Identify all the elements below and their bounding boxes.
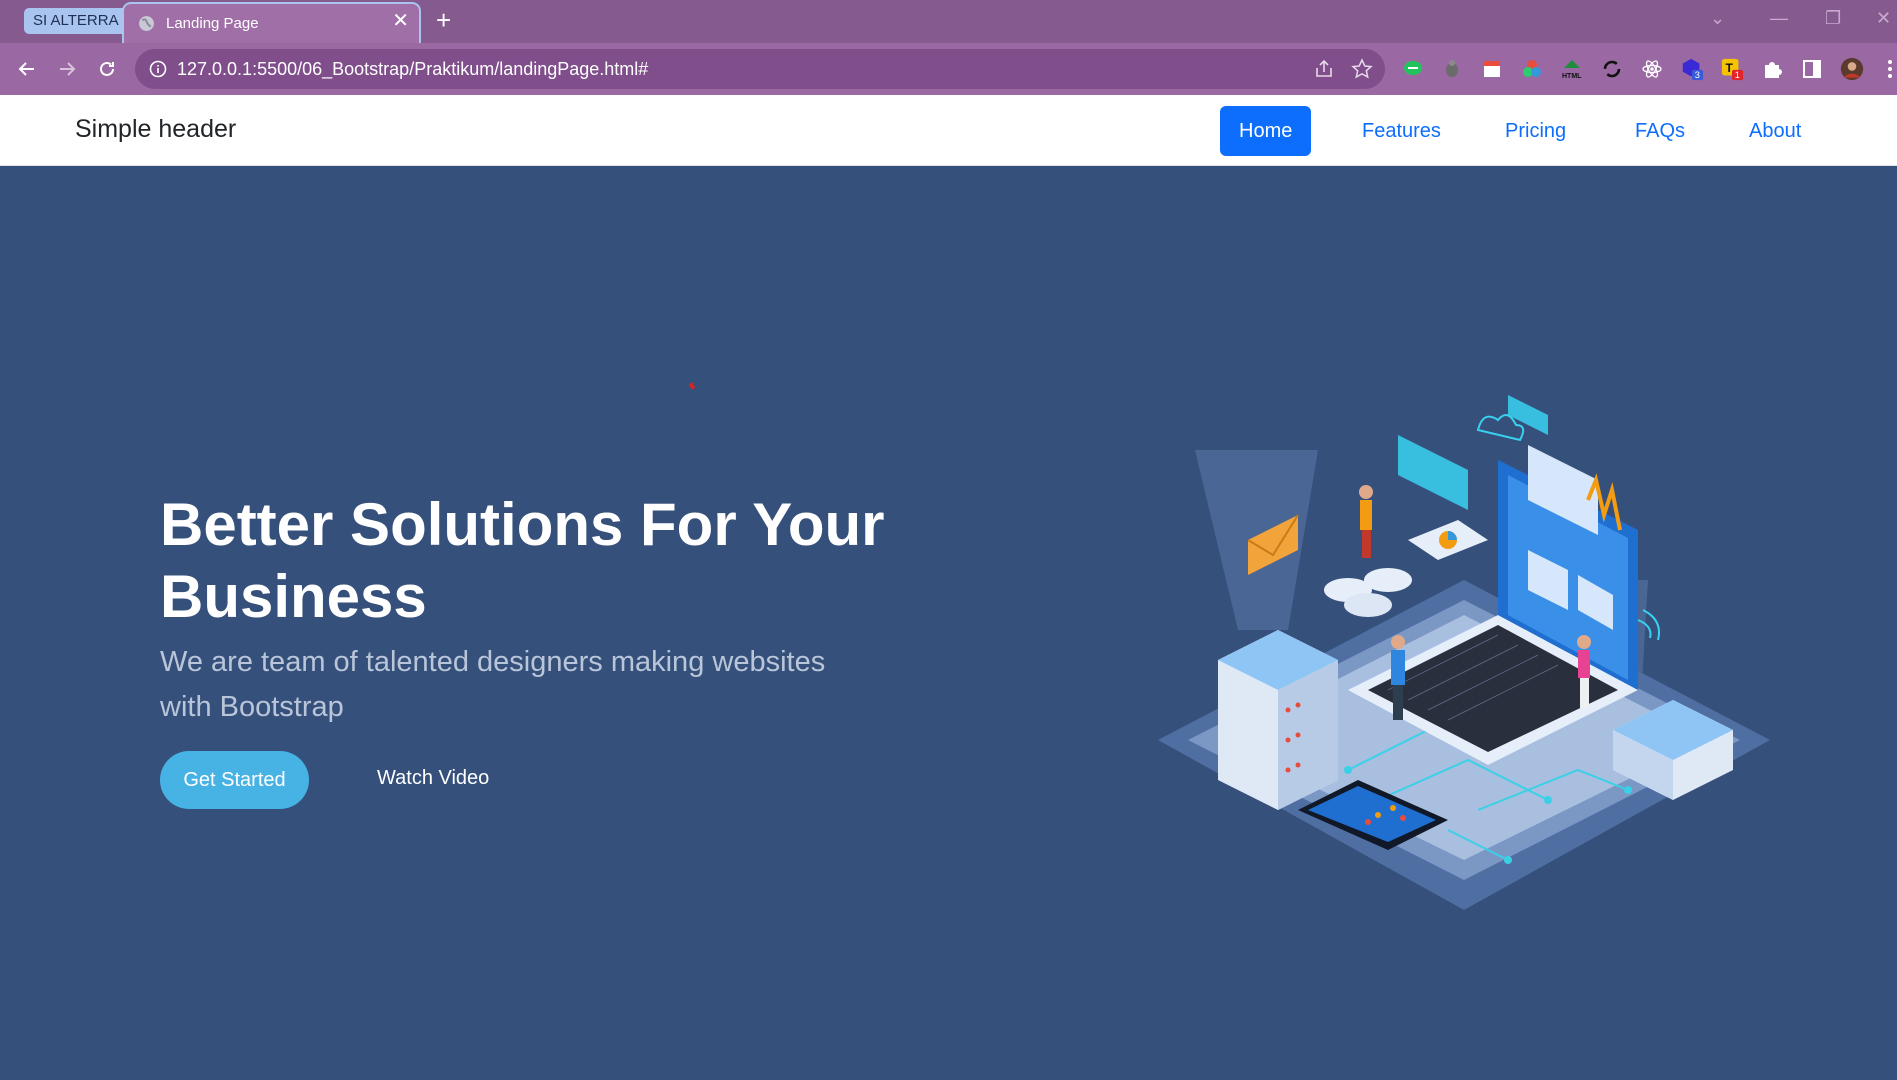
bookmark-star-icon[interactable] <box>1351 58 1373 80</box>
hero-illustration <box>1158 395 1770 910</box>
minimize-icon[interactable]: — <box>1770 8 1788 29</box>
get-started-button[interactable]: Get Started <box>160 751 309 809</box>
back-icon[interactable] <box>10 52 44 86</box>
mouse-cursor <box>688 382 696 390</box>
react-extension-icon[interactable] <box>1640 57 1664 81</box>
hero-subtitle: We are team of talented designers making… <box>160 646 826 723</box>
translate-badge: 1 <box>1735 70 1740 80</box>
nav-link-pricing[interactable]: Pricing <box>1486 106 1585 156</box>
share-icon[interactable] <box>1313 58 1335 80</box>
chat-extension-icon[interactable] <box>1401 57 1425 81</box>
nav-link-features[interactable]: Features <box>1343 106 1460 156</box>
side-panel-icon[interactable] <box>1800 57 1824 81</box>
chevron-down-icon[interactable]: ⌄ <box>1710 8 1725 29</box>
cube-extension-icon[interactable]: 3 <box>1680 57 1704 81</box>
person-figure-1 <box>1359 485 1373 558</box>
translate-extension-icon[interactable]: T1 <box>1720 57 1744 81</box>
watch-video-button[interactable]: Watch Video <box>377 767 489 790</box>
forward-icon[interactable] <box>50 52 84 86</box>
calendar-extension-icon[interactable] <box>1480 57 1504 81</box>
restore-icon[interactable]: ❐ <box>1825 8 1841 29</box>
puzzle-extensions-icon[interactable] <box>1760 57 1784 81</box>
svg-text:HTML: HTML <box>1562 73 1582 80</box>
close-tab-icon[interactable]: ✕ <box>392 11 409 31</box>
cube-badge: 3 <box>1695 70 1700 80</box>
close-window-icon[interactable]: ✕ <box>1876 8 1891 29</box>
browser-tab[interactable]: Landing Page ✕ <box>122 2 421 43</box>
menu-more-icon[interactable] <box>1878 57 1897 81</box>
hero-title: Better Solutions For Your Business <box>160 491 885 630</box>
brand-logo-text[interactable]: Simple header <box>75 115 236 144</box>
url-text[interactable]: 127.0.0.1:5500/06_Bootstrap/Praktikum/la… <box>177 59 648 80</box>
address-bar[interactable]: 127.0.0.1:5500/06_Bootstrap/Praktikum/la… <box>135 49 1385 89</box>
avatar[interactable] <box>1840 57 1864 81</box>
globe-icon <box>139 16 154 31</box>
new-tab-button[interactable]: + <box>436 5 451 36</box>
tab-group-label[interactable]: SI ALTERRA <box>24 8 128 34</box>
nav-link-about[interactable]: About <box>1730 106 1820 156</box>
color-picker-extension-icon[interactable] <box>1520 57 1544 81</box>
tab-title: Landing Page <box>166 15 259 32</box>
sync-extension-icon[interactable] <box>1600 57 1624 81</box>
nav-link-home[interactable]: Home <box>1220 106 1312 156</box>
bug-extension-icon[interactable] <box>1440 57 1464 81</box>
html-extension-icon[interactable]: HTML <box>1560 57 1584 81</box>
browser-tabstrip: SI ALTERRA Landing Page ✕ + ⌄ — ❐ ✕ <box>0 0 1897 43</box>
info-icon[interactable] <box>149 60 167 78</box>
hero-section: Better Solutions For Your Business We ar… <box>0 166 1897 1080</box>
site-navbar: Simple header Home Features Pricing FAQs… <box>0 95 1897 166</box>
reload-icon[interactable] <box>90 52 124 86</box>
nav-link-faqs[interactable]: FAQs <box>1616 106 1704 156</box>
browser-toolbar: 127.0.0.1:5500/06_Bootstrap/Praktikum/la… <box>0 43 1897 95</box>
